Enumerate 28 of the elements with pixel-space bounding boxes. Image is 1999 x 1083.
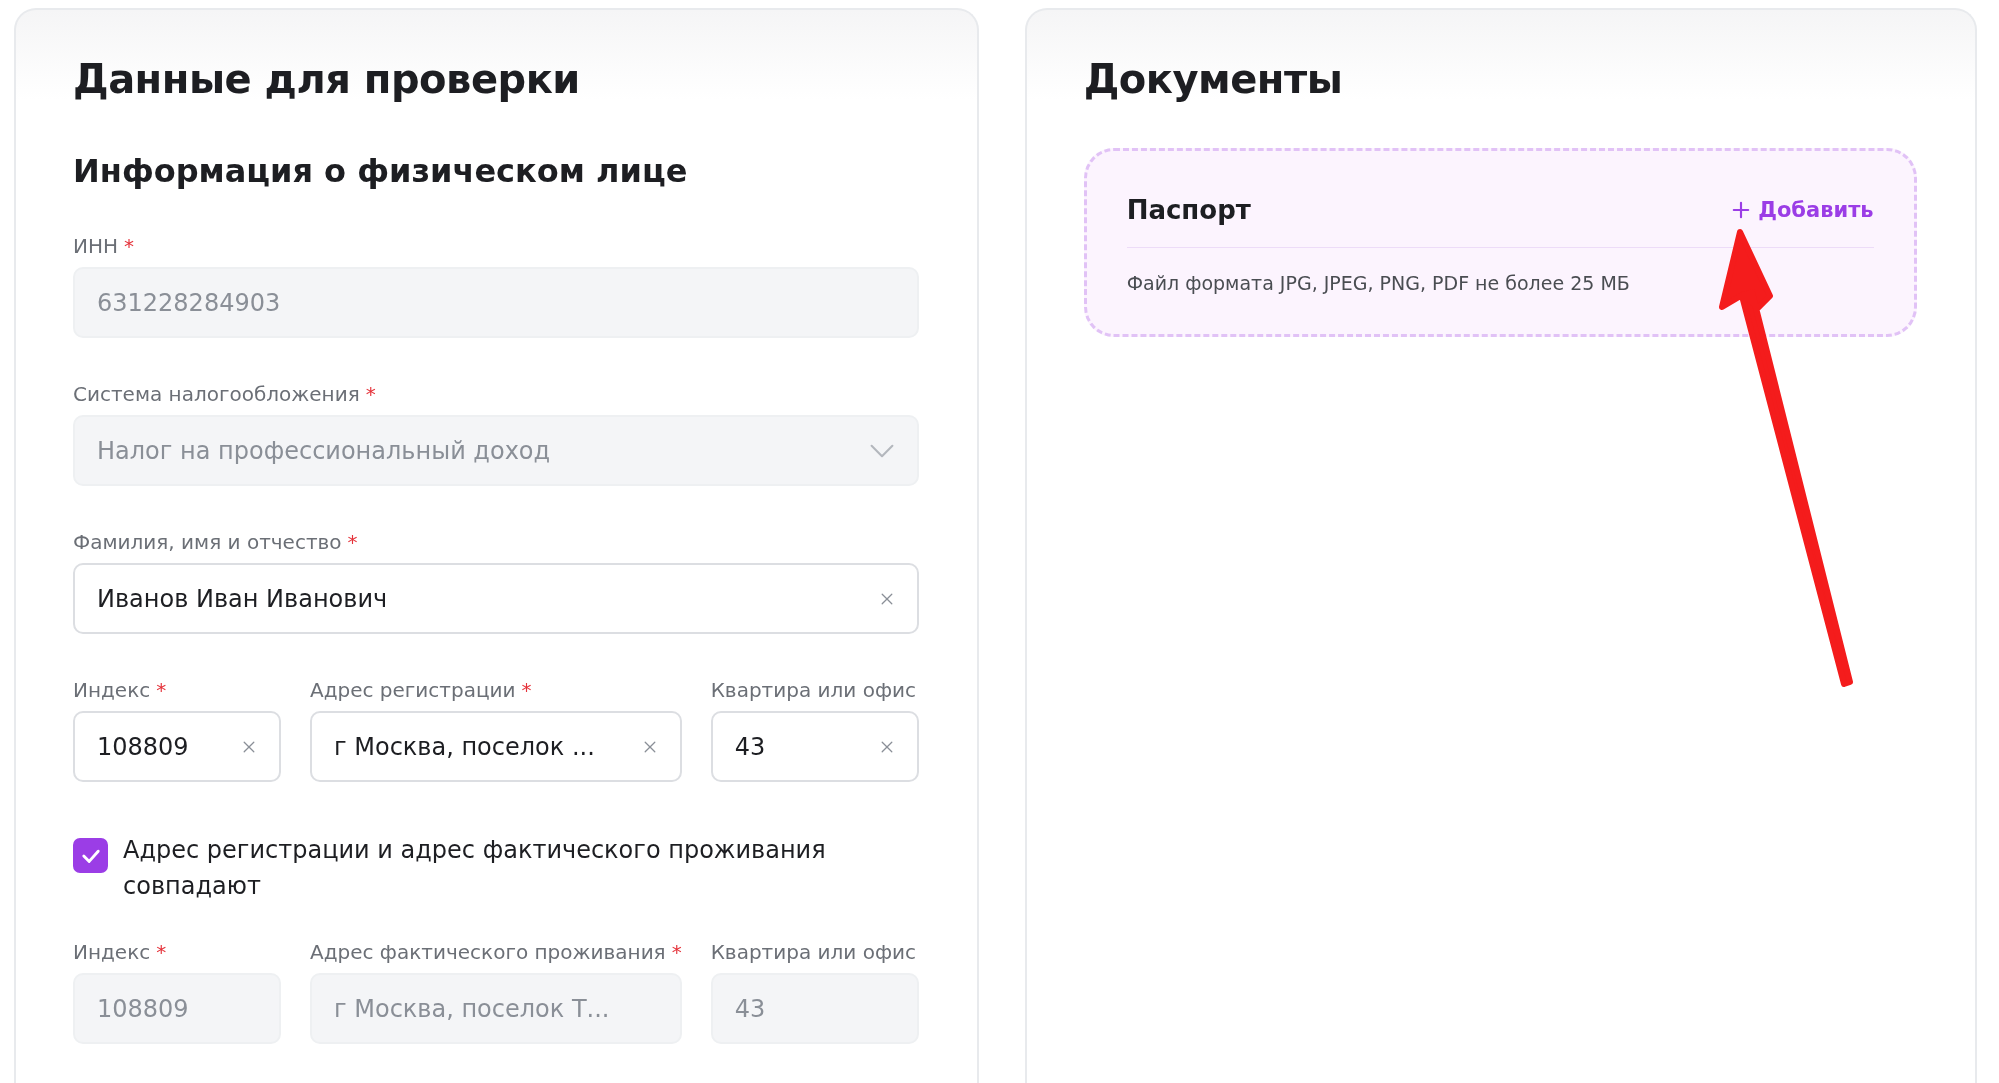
- field-label: Квартира или офис: [710, 940, 917, 964]
- add-button[interactable]: Добавить: [1732, 198, 1874, 222]
- required-mark: *: [156, 940, 167, 964]
- field-label: Адрес фактического проживания: [310, 940, 666, 964]
- field-label: Квартира или офис: [710, 678, 917, 702]
- field-label: Индекс: [73, 940, 151, 964]
- input-field[interactable]: г Москва, поселок ...: [310, 711, 682, 782]
- required-mark: *: [521, 678, 532, 702]
- required-mark: *: [365, 382, 376, 406]
- section-subtitle: Информация о физическом лице: [73, 152, 689, 190]
- input-field[interactable]: Иванов Иван Иванович: [73, 563, 919, 634]
- document-name: Паспорт: [1126, 195, 1251, 225]
- field-label: Адрес регистрации: [310, 678, 516, 702]
- section-title: Документы: [1083, 56, 1344, 102]
- section-title: Данные для проверки: [73, 56, 581, 102]
- file-hint: Файл формата JPG, JPEG, PNG, PDF не более 25 МБ: [1126, 272, 1631, 294]
- input-field[interactable]: 108809: [73, 711, 281, 782]
- required-mark: *: [671, 940, 682, 964]
- field-label: Фамилия, имя и отчество: [73, 530, 342, 554]
- input-field[interactable]: 43: [710, 711, 919, 782]
- checkbox-label: Адрес регистрации и адрес фактического проживания совпадают: [123, 835, 827, 902]
- field-label: ИНН: [73, 234, 119, 258]
- field-label: Индекс: [73, 678, 151, 702]
- required-mark: *: [347, 530, 358, 554]
- required-mark: *: [156, 678, 167, 702]
- plus-icon[interactable]: [1732, 201, 1751, 219]
- required-mark: *: [124, 234, 135, 258]
- field-label: Система налогообложения: [73, 382, 360, 406]
